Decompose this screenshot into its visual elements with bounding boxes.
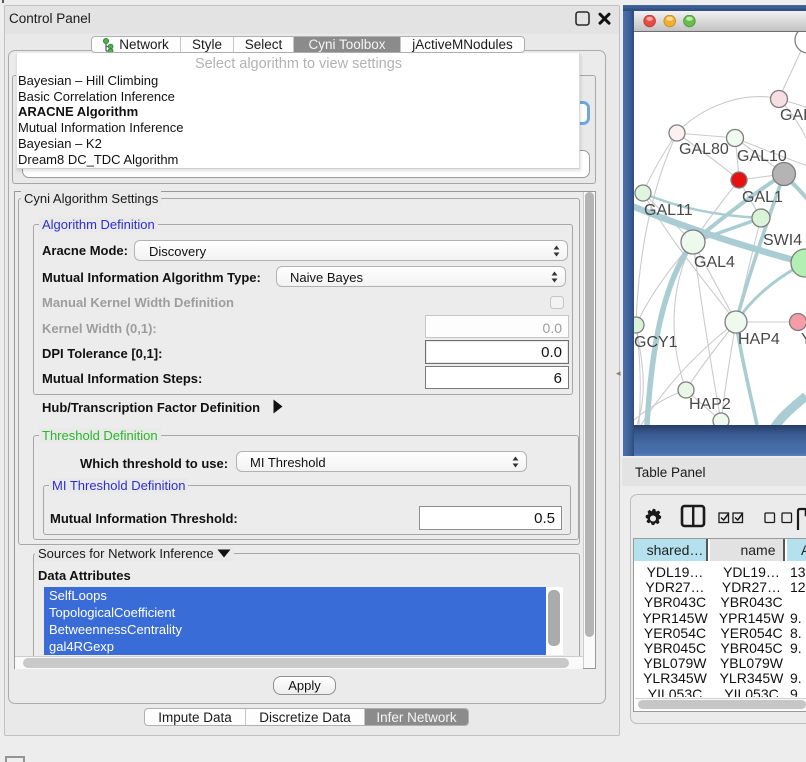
svg-text:GAL80: GAL80 [679,141,729,158]
svg-text:GAL1: GAL1 [742,189,783,206]
svg-text:GAL4: GAL4 [694,254,735,271]
svg-text:Y: Y [801,331,806,348]
svg-text:GAL10: GAL10 [737,148,787,165]
svg-text:GAL7: GAL7 [780,107,806,124]
svg-text:GCY1: GCY1 [634,334,678,351]
svg-text:SWI4: SWI4 [763,232,802,249]
svg-text:GAL11: GAL11 [644,202,693,219]
svg-text:HAP2: HAP2 [689,396,731,413]
svg-text:HAP4: HAP4 [738,331,780,348]
